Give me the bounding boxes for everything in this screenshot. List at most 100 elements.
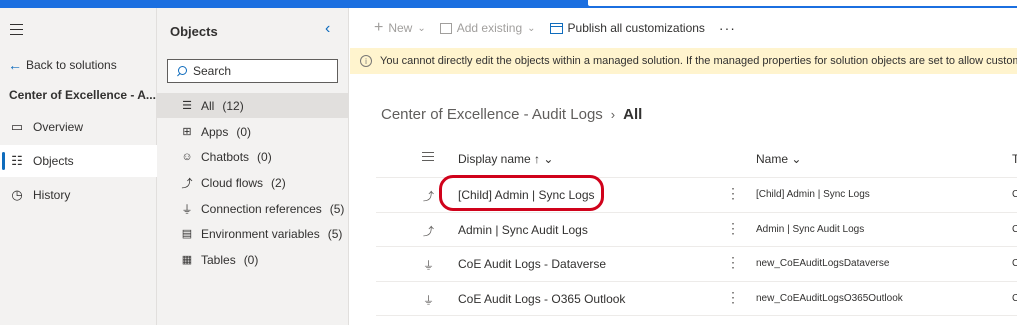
object-type-count: (12) [222,98,244,113]
objects-search-field[interactable] [167,59,338,83]
apps-icon: ⊞ [182,126,192,138]
back-label: Back to solutions [26,58,117,72]
solution-title: Center of Excellence - A... [9,88,156,102]
name-column-header[interactable]: Name ⌄ [756,152,801,166]
object-type-count: (0) [257,149,272,164]
history-icon: ◷ [11,187,23,202]
flow-icon: ⤴ [423,225,434,238]
object-type-cloud-flows[interactable]: ⤴ Cloud flows (2) [157,170,348,195]
chevron-down-icon: ⌄ [417,22,426,34]
chatbot-icon: ☺ [181,150,193,163]
object-type-label: Apps [201,124,229,139]
plug-icon: ⏚ [423,260,434,272]
type-column-header[interactable]: T [1012,152,1017,166]
object-type-count: (5) [327,226,343,241]
chevron-down-icon: ⌄ [527,22,536,34]
nav-item-history[interactable]: ◷ History [0,179,157,211]
info-icon: i [360,55,372,67]
row-display-name[interactable]: CoE Audit Logs - Dataverse [458,257,606,271]
row-logical-name: Admin | Sync Audit Logs [756,223,865,235]
row-more-icon[interactable]: ⋮ [726,255,740,269]
add-existing-icon [439,22,452,34]
breadcrumb: Center of Excellence - Audit Logs › All [381,106,642,123]
object-type-label: Environment variables [201,226,320,241]
overview-icon: ▭ [10,119,24,134]
object-type-all[interactable]: ☰ All (12) [157,93,348,118]
objects-search-input[interactable] [193,64,333,78]
publish-all-button[interactable]: Publish all customizations [549,21,705,35]
top-header-bar [0,0,1017,8]
search-icon [176,65,187,77]
object-type-label: Tables [201,252,236,267]
row-more-icon[interactable]: ⋮ [726,290,740,304]
chevron-down-icon: ⌄ [791,152,802,166]
display-name-column-header[interactable]: Display name ↑ ⌄ [458,152,553,166]
table-icon: ▦ [181,254,193,266]
left-navigation: ← Back to solutions Center of Excellence… [0,8,157,325]
plug-icon: ⏚ [181,203,193,216]
object-type-label: Cloud flows [201,175,264,190]
nav-item-overview[interactable]: ▭ Overview [0,111,157,143]
table-header: Display name ↑ ⌄ Name ⌄ T [376,142,1017,178]
back-to-solutions-link[interactable]: ← Back to solutions [8,56,117,74]
object-type-label: Chatbots [201,149,250,164]
managed-solution-warning: i You cannot directly edit the objects w… [350,48,1017,74]
row-type: C [1012,292,1017,304]
objects-panel: Objects ‹ ☰ All (12) ⊞ Apps (0) ☺ Chatbo… [157,8,349,325]
object-type-label: All [201,98,215,113]
table-row[interactable]: ⏚ CoE Audit Logs - Dataverse ⋮ new_CoEAu… [376,247,1017,282]
add-existing-label: Add existing [456,21,523,35]
row-type: C [1012,258,1017,269]
name-header-label: Name [756,152,789,166]
back-arrow-icon: ← [8,57,22,73]
object-type-tables[interactable]: ▦ Tables (0) [157,247,348,272]
object-type-environment-variables[interactable]: ▤ Environment variables (5) [157,221,348,246]
row-logical-name: new_CoEAuditLogsDataverse [756,258,890,269]
row-type: C [1012,189,1017,200]
plus-icon: + [374,19,384,36]
command-bar: + New ⌄ Add existing ⌄ Publish all custo… [350,8,1017,48]
list-icon: ☰ [182,100,192,112]
breadcrumb-parent[interactable]: Center of Excellence - Audit Logs [381,106,603,123]
flow-icon: ⤴ [181,177,193,190]
nav-item-label: Overview [33,120,84,134]
row-display-name[interactable]: Admin | Sync Audit Logs [458,223,588,237]
nav-item-label: History [33,188,71,202]
object-type-count: (0) [236,124,252,139]
publish-label: Publish all customizations [567,21,705,35]
more-icon: ··· [718,20,736,36]
table-row[interactable]: ⏚ CoE Audit Logs - O365 Outlook ⋮ new_Co… [376,282,1017,316]
table-row[interactable]: ⤴ Admin | Sync Audit Logs ⋮ Admin | Sync… [376,213,1017,247]
flow-icon: ⤴ [423,191,434,203]
row-logical-name: new_CoEAuditLogsO365Outlook [756,292,903,304]
variable-icon: ▤ [181,228,193,240]
more-commands-button[interactable]: ··· [719,20,736,36]
plug-icon: ⏚ [423,294,434,307]
objects-table: Display name ↑ ⌄ Name ⌄ T ⤴ [Child] Admi… [376,142,1017,316]
nav-item-label: Objects [33,154,74,168]
nav-item-objects[interactable]: ☷ Objects [0,145,157,177]
object-type-chatbots[interactable]: ☺ Chatbots (0) [157,144,348,169]
object-type-label: Connection references [201,201,322,216]
publish-icon [549,22,563,34]
column-options-icon[interactable] [422,152,434,164]
add-existing-button[interactable]: Add existing ⌄ [439,21,536,35]
display-name-header-label: Display name ↑ [458,152,541,166]
object-type-connection-references[interactable]: ⏚ Connection references (5) [157,196,348,221]
row-more-icon[interactable]: ⋮ [726,221,740,235]
row-type: C [1012,223,1017,235]
object-type-count: (2) [271,175,286,190]
objects-panel-title: Objects [170,24,218,39]
object-type-apps[interactable]: ⊞ Apps (0) [157,119,348,144]
row-logical-name: [Child] Admin | Sync Logs [756,189,870,200]
collapse-panel-icon[interactable]: ‹ [325,20,330,38]
red-highlight-annotation [439,175,604,211]
breadcrumb-current: All [623,106,643,123]
new-button[interactable]: + New ⌄ [374,19,426,37]
row-more-icon[interactable]: ⋮ [726,186,740,200]
warning-text: You cannot directly edit the objects wit… [380,55,1017,67]
hamburger-menu-icon[interactable] [10,24,23,36]
new-label: New [388,21,413,35]
row-display-name[interactable]: CoE Audit Logs - O365 Outlook [458,292,625,306]
global-search-box[interactable] [588,0,1017,6]
